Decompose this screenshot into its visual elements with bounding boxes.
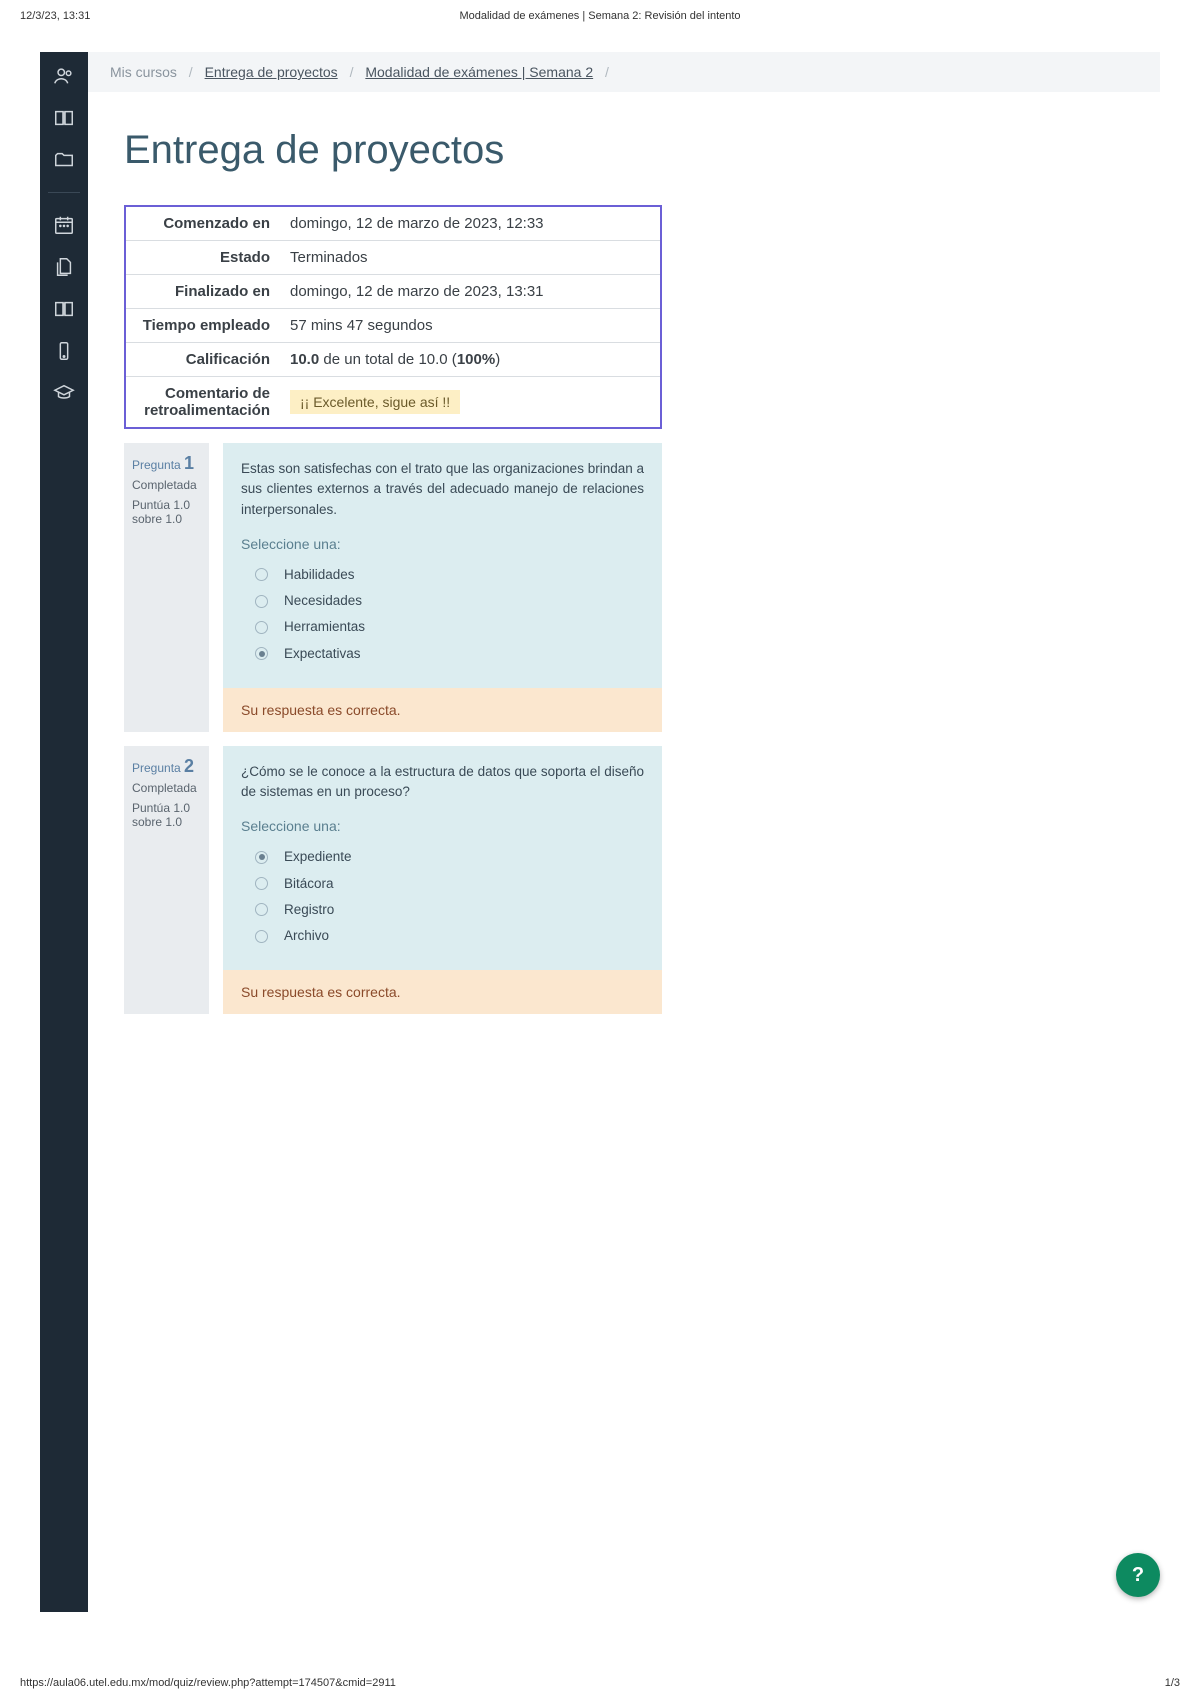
question-feedback: Su respuesta es correcta. xyxy=(223,970,662,1014)
summary-label: Finalizado en xyxy=(125,275,280,309)
option-row[interactable]: Bitácora xyxy=(255,874,644,894)
question-grade: Puntúa 1.0 sobre 1.0 xyxy=(132,801,201,829)
print-footer: https://aula06.utel.edu.mx/mod/quiz/revi… xyxy=(0,1677,1200,1689)
table-row: Estado Terminados xyxy=(125,241,661,275)
question-title: Pregunta 2 xyxy=(132,756,201,777)
feedback-badge: ¡¡ Excelente, sigue así !! xyxy=(290,390,460,414)
folder-icon[interactable] xyxy=(52,148,76,172)
option-label: Expediente xyxy=(284,847,352,867)
grade-text: de un total de 10.0 ( xyxy=(319,351,457,368)
option-row[interactable]: Expediente xyxy=(255,847,644,867)
question-content: ¿Cómo se le conoce a la estructura de da… xyxy=(223,746,662,971)
question-title: Pregunta 1 xyxy=(132,453,201,474)
breadcrumb-sep: / xyxy=(189,64,193,80)
radio-icon[interactable] xyxy=(255,647,268,660)
summary-label: Comentario de retroalimentación xyxy=(125,377,280,429)
radio-icon[interactable] xyxy=(255,595,268,608)
mobile-icon[interactable] xyxy=(52,339,76,363)
summary-label: Comenzado en xyxy=(125,206,280,241)
help-button[interactable]: ? xyxy=(1116,1553,1160,1597)
sidebar-divider xyxy=(48,192,80,193)
help-icon: ? xyxy=(1132,1564,1144,1587)
summary-grade-value: 10.0 de un total de 10.0 (100%) xyxy=(280,343,661,377)
table-row: Calificación 10.0 de un total de 10.0 (1… xyxy=(125,343,661,377)
summary-label: Tiempo empleado xyxy=(125,309,280,343)
radio-icon[interactable] xyxy=(255,621,268,634)
radio-icon[interactable] xyxy=(255,568,268,581)
breadcrumb-sep: / xyxy=(605,64,609,80)
print-url: https://aula06.utel.edu.mx/mod/quiz/revi… xyxy=(20,1677,396,1689)
question-text: Estas son satisfechas con el trato que l… xyxy=(241,459,644,520)
summary-value: domingo, 12 de marzo de 2023, 12:33 xyxy=(280,206,661,241)
grade-text-end: ) xyxy=(495,351,500,368)
print-page: 1/3 xyxy=(1165,1677,1180,1689)
option-label: Registro xyxy=(284,900,334,920)
radio-icon[interactable] xyxy=(255,851,268,864)
option-label: Habilidades xyxy=(284,565,355,585)
option-row[interactable]: Habilidades xyxy=(255,565,644,585)
print-title: Modalidad de exámenes | Semana 2: Revisi… xyxy=(459,10,740,22)
question-number: 2 xyxy=(184,756,194,776)
summary-value: Terminados xyxy=(280,241,661,275)
users-icon[interactable] xyxy=(52,64,76,88)
breadcrumb-activity-link[interactable]: Modalidad de exámenes | Semana 2 xyxy=(365,64,593,80)
table-row: Tiempo empleado 57 mins 47 segundos xyxy=(125,309,661,343)
option-label: Necesidades xyxy=(284,591,362,611)
files-icon[interactable] xyxy=(52,255,76,279)
question-number: 1 xyxy=(184,453,194,473)
option-row[interactable]: Necesidades xyxy=(255,591,644,611)
summary-table: Comenzado en domingo, 12 de marzo de 202… xyxy=(124,205,662,429)
option-label: Expectativas xyxy=(284,644,361,664)
option-row[interactable]: Herramientas xyxy=(255,617,644,637)
print-timestamp: 12/3/23, 13:31 xyxy=(20,10,90,22)
main-content: Mis cursos / Entrega de proyectos / Moda… xyxy=(88,52,1160,1612)
table-row: Comentario de retroalimentación ¡¡ Excel… xyxy=(125,377,661,429)
summary-value: 57 mins 47 segundos xyxy=(280,309,661,343)
summary-value: domingo, 12 de marzo de 2023, 13:31 xyxy=(280,275,661,309)
question-block: Pregunta 2 Completada Puntúa 1.0 sobre 1.0… xyxy=(124,746,662,1015)
book-icon[interactable] xyxy=(52,106,76,130)
summary-label: Calificación xyxy=(125,343,280,377)
option-label: Herramientas xyxy=(284,617,365,637)
question-body: ¿Cómo se le conoce a la estructura de da… xyxy=(223,746,662,1015)
radio-icon[interactable] xyxy=(255,930,268,943)
select-prompt: Seleccione una: xyxy=(241,534,644,555)
graduation-icon[interactable] xyxy=(52,381,76,405)
summary-label: Estado xyxy=(125,241,280,275)
print-header: 12/3/23, 13:31 Modalidad de exámenes | S… xyxy=(0,0,1200,32)
radio-icon[interactable] xyxy=(255,877,268,890)
breadcrumb-sep: / xyxy=(350,64,354,80)
breadcrumb-course-link[interactable]: Entrega de proyectos xyxy=(205,64,338,80)
option-row[interactable]: Archivo xyxy=(255,926,644,946)
question-info: Pregunta 1 Completada Puntúa 1.0 sobre 1.0 xyxy=(124,443,209,732)
page-title: Entrega de proyectos xyxy=(124,128,1160,173)
radio-icon[interactable] xyxy=(255,903,268,916)
book2-icon[interactable] xyxy=(52,297,76,321)
question-state: Completada xyxy=(132,781,201,795)
question-body: Estas son satisfechas con el trato que l… xyxy=(223,443,662,732)
sidebar xyxy=(40,52,88,1612)
table-row: Finalizado en domingo, 12 de marzo de 20… xyxy=(125,275,661,309)
grade-score: 10.0 xyxy=(290,351,319,368)
breadcrumb: Mis cursos / Entrega de proyectos / Moda… xyxy=(88,52,1160,92)
select-prompt: Seleccione una: xyxy=(241,816,644,837)
table-row: Comenzado en domingo, 12 de marzo de 202… xyxy=(125,206,661,241)
question-label: Pregunta xyxy=(132,761,181,775)
question-state: Completada xyxy=(132,478,201,492)
option-row[interactable]: Registro xyxy=(255,900,644,920)
question-content: Estas son satisfechas con el trato que l… xyxy=(223,443,662,688)
question-info: Pregunta 2 Completada Puntúa 1.0 sobre 1.0 xyxy=(124,746,209,1015)
question-text: ¿Cómo se le conoce a la estructura de da… xyxy=(241,762,644,803)
question-feedback: Su respuesta es correcta. xyxy=(223,688,662,732)
question-grade: Puntúa 1.0 sobre 1.0 xyxy=(132,498,201,526)
question-block: Pregunta 1 Completada Puntúa 1.0 sobre 1.0… xyxy=(124,443,662,732)
grade-pct: 100% xyxy=(457,351,495,368)
summary-feedback-cell: ¡¡ Excelente, sigue así !! xyxy=(280,377,661,429)
option-row[interactable]: Expectativas xyxy=(255,644,644,664)
breadcrumb-root: Mis cursos xyxy=(110,64,177,80)
question-label: Pregunta xyxy=(132,458,181,472)
option-label: Archivo xyxy=(284,926,329,946)
calendar-icon[interactable] xyxy=(52,213,76,237)
option-label: Bitácora xyxy=(284,874,334,894)
